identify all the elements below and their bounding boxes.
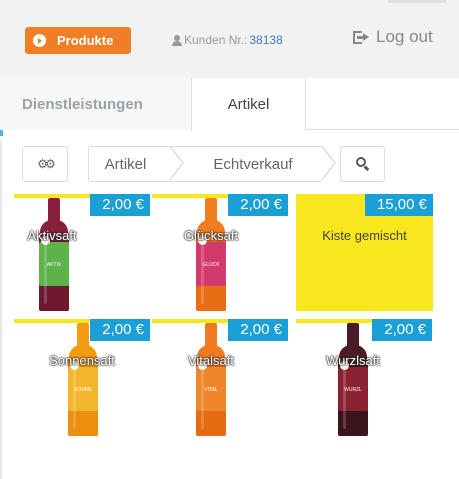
customer-number: Kunden Nr.: 38138 (172, 33, 283, 47)
search-icon (355, 157, 370, 172)
top-header: Produkte Kunden Nr.: 38138 Log out (0, 0, 459, 78)
price-badge: 2,00 € (228, 319, 288, 341)
sign-out-icon (353, 30, 369, 44)
breadcrumb-artikel[interactable]: Artikel (88, 146, 170, 182)
product-name: Aktivsaft (27, 228, 77, 243)
product-name: Kiste gemischt (322, 228, 407, 243)
breadcrumb-echtverkauf[interactable]: Echtverkauf (170, 146, 322, 182)
tab-artikel[interactable]: Artikel (192, 78, 306, 131)
left-border (0, 140, 2, 479)
product-tile-kiste-gemischt[interactable]: 15,00 € Kiste gemischt (296, 194, 433, 311)
tab-bar: Dienstleistungen Artikel (0, 78, 459, 131)
price-badge: 2,00 € (90, 319, 150, 341)
bottle-image: VITAL (194, 323, 228, 436)
product-name: Sonnensaft (49, 353, 115, 368)
bottle-image: AKTIV (37, 198, 71, 311)
user-icon (172, 34, 182, 46)
tab-dienstleistungen[interactable]: Dienstleistungen (0, 78, 192, 130)
tab-label: Artikel (227, 96, 270, 113)
search-button[interactable] (340, 146, 385, 182)
price-badge: 15,00 € (364, 194, 433, 216)
product-tile-gluecksaft[interactable]: GLÜCK 2,00 € Glücksaft (152, 194, 288, 311)
logout-label: Log out (376, 27, 433, 46)
settings-button[interactable]: ⚙⚙ (22, 146, 68, 182)
kunden-nr-link[interactable]: 38138 (249, 33, 282, 47)
header-edge (388, 0, 446, 3)
kunden-label: Kunden Nr.: (184, 33, 248, 47)
breadcrumb-label: Echtverkauf (213, 155, 293, 173)
play-circle-icon (33, 34, 46, 47)
produkte-label: Produkte (57, 33, 114, 48)
breadcrumb-end-fill (321, 146, 334, 180)
product-tile-vitalsaft[interactable]: VITAL 2,00 € Vitalsaft (152, 319, 288, 436)
breadcrumb-label: Artikel (104, 155, 147, 173)
product-tile-wurzlsaft[interactable]: WURZL 2,00 € Wurzlsaft (296, 319, 432, 436)
breadcrumb-separator-fill (169, 146, 182, 180)
price-badge: 2,00 € (90, 194, 150, 216)
price-badge: 2,00 € (228, 194, 288, 216)
bottle-image: WURZL (336, 323, 370, 436)
product-tile-aktivsaft[interactable]: AKTIV 2,00 € Aktivsaft (14, 194, 150, 311)
bottle-image: GLÜCK (194, 198, 228, 311)
logout-button[interactable]: Log out (353, 27, 433, 47)
cogs-icon: ⚙⚙ (37, 157, 55, 171)
product-name: Wurzlsaft (326, 353, 380, 368)
price-badge: 2,00 € (372, 319, 432, 341)
produkte-button[interactable]: Produkte (25, 27, 131, 54)
product-name: Glücksaft (183, 228, 239, 243)
tab-label: Dienstleistungen (22, 95, 143, 113)
product-tile-sonnensaft[interactable]: SONNE 2,00 € Sonnensaft (14, 319, 150, 436)
product-name: Vitalsaft (187, 353, 234, 368)
